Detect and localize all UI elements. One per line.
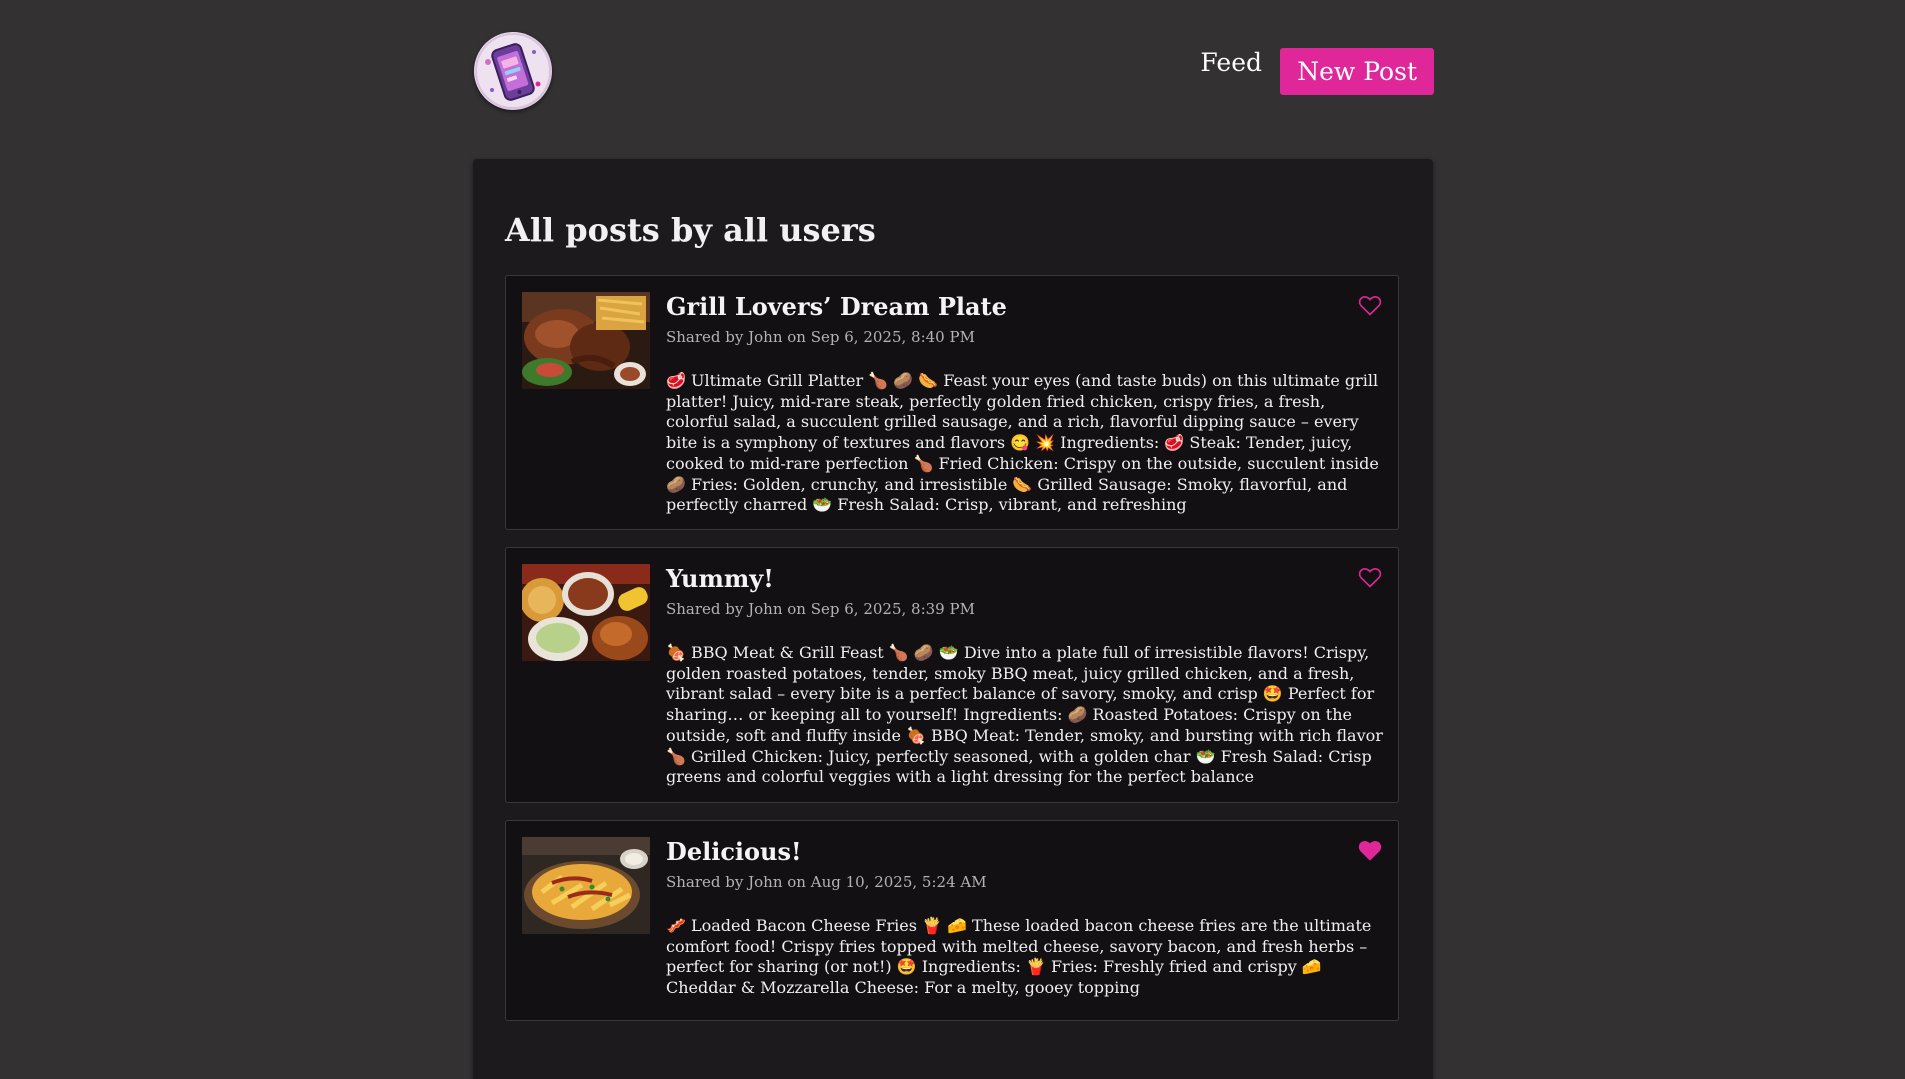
post-image[interactable] — [522, 837, 650, 934]
posts-card: All posts by all users Grill Lovers’ Dre… — [473, 159, 1433, 1079]
new-post-button[interactable]: New Post — [1280, 48, 1434, 95]
post-title[interactable]: Grill Lovers’ Dream Plate — [666, 292, 1007, 321]
site-header: Feed New Post — [474, 32, 1434, 112]
post-meta: Shared by John on Sep 6, 2025, 8:40 PM — [666, 328, 975, 346]
nav-feed-link[interactable]: Feed — [1200, 48, 1262, 77]
post-card: Delicious! Shared by John on Aug 10, 202… — [505, 820, 1399, 1021]
post-body: 🥓 Loaded Bacon Cheese Fries 🍟 🧀 These lo… — [666, 916, 1372, 998]
post-meta: Shared by John on Aug 10, 2025, 5:24 AM — [666, 873, 987, 891]
post-card: Grill Lovers’ Dream Plate Shared by John… — [505, 275, 1399, 530]
app-logo-icon[interactable] — [474, 32, 552, 110]
heart-outline-icon[interactable] — [1358, 566, 1382, 588]
heart-filled-icon[interactable] — [1358, 839, 1382, 861]
post-body: 🥩 Ultimate Grill Platter 🍗 🥔 🌭 Feast you… — [666, 371, 1379, 515]
post-title[interactable]: Yummy! — [666, 564, 774, 593]
heart-outline-icon[interactable] — [1358, 294, 1382, 316]
post-image[interactable] — [522, 564, 650, 661]
post-meta: Shared by John on Sep 6, 2025, 8:39 PM — [666, 600, 975, 618]
post-card: Yummy! Shared by John on Sep 6, 2025, 8:… — [505, 547, 1399, 803]
page-title: All posts by all users — [505, 211, 876, 249]
post-title[interactable]: Delicious! — [666, 837, 802, 866]
page: Feed New Post All posts by all users Gri… — [0, 0, 1905, 1079]
post-image[interactable] — [522, 292, 650, 389]
post-body: 🍖 BBQ Meat & Grill Feast 🍗 🥔 🥗 Dive into… — [666, 643, 1383, 787]
